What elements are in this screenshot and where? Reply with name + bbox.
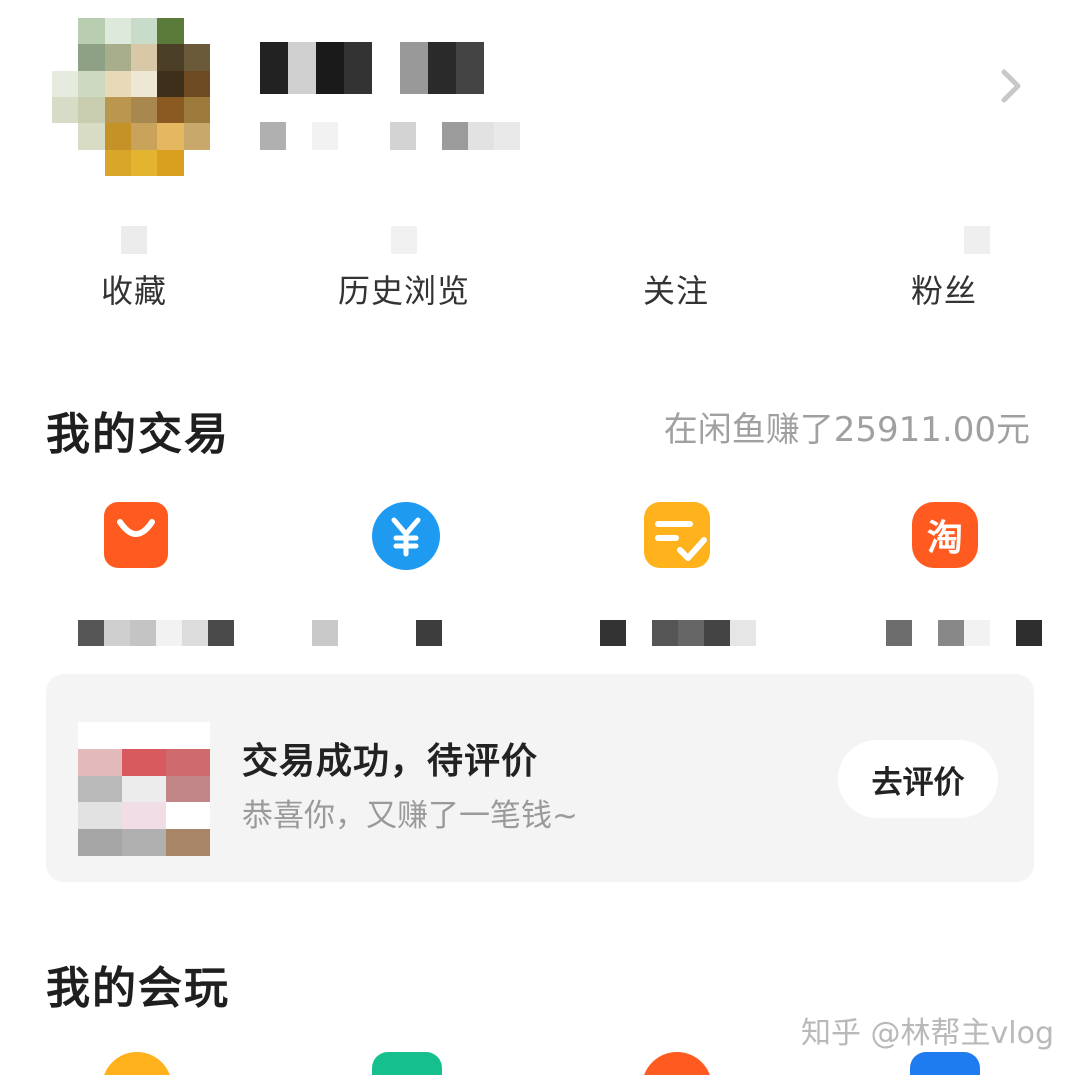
stat-label: 关注 [642,272,709,310]
section-title-trades: 我的交易 [46,409,230,460]
stat-fans[interactable]: 粉丝 [844,226,1044,312]
trade-label-mosaic [600,620,756,646]
username-mosaic[interactable] [260,42,484,94]
stat-following[interactable]: 关注 [576,226,776,312]
stat-label: 历史浏览 [337,272,470,310]
yuan-coin-icon[interactable] [370,500,446,576]
note-check-icon[interactable] [642,500,718,576]
taobao-icon[interactable]: 淘 [910,500,986,576]
trade-label-mosaic [78,620,234,646]
stat-favorites[interactable]: 收藏 [34,226,234,312]
section-title-play: 我的会玩 [46,963,230,1014]
stat-history[interactable]: 历史浏览 [304,226,504,312]
trade-label-mosaic [312,620,442,646]
play-icon-3[interactable] [642,1052,712,1075]
stat-label: 收藏 [100,272,167,310]
avatar[interactable] [52,18,210,176]
play-icon-1[interactable] [102,1052,172,1075]
go-review-button[interactable]: 去评价 [838,740,998,818]
stat-count-mosaic [964,226,990,254]
chevron-right-icon[interactable] [996,66,1026,106]
earned-summary[interactable]: 在闲鱼赚了25911.00元 [664,402,1030,451]
svg-text:淘: 淘 [927,518,963,559]
trade-label-mosaic [886,620,1042,646]
user-info-mosaic [260,122,520,150]
stat-label: 粉丝 [910,272,977,310]
stat-count-mosaic [391,226,417,254]
item-thumbnail [78,722,210,856]
stat-count-mosaic [121,226,147,254]
stat-count-mosaic [663,226,689,254]
watermark: 知乎 @林帮主vlog [800,1016,1054,1051]
play-icon-2[interactable] [372,1052,442,1075]
shopping-bag-icon[interactable] [102,500,178,576]
play-icon-4[interactable] [910,1052,980,1075]
review-card-title: 交易成功，待评价 [242,741,539,782]
review-card-subtitle: 恭喜你，又赚了一笔钱~ [242,798,578,834]
